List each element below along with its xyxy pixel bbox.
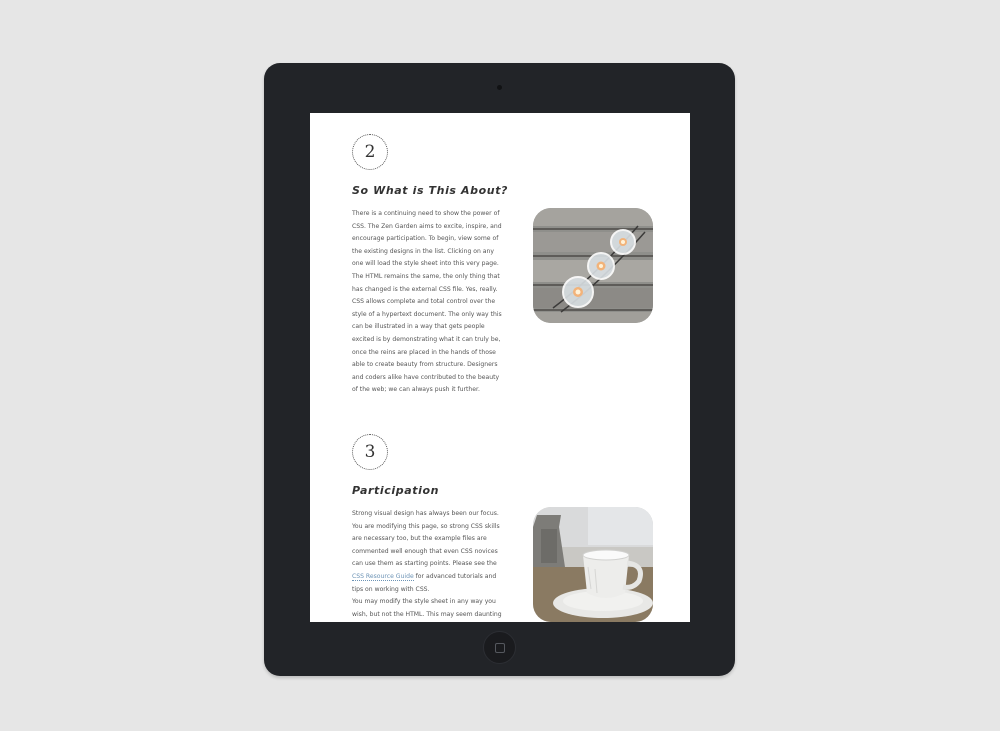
home-button[interactable]: [483, 631, 516, 664]
paragraph: CSS allows complete and total control ov…: [352, 298, 502, 394]
tablet-screen[interactable]: 2 So What is This About? There is a cont…: [310, 113, 690, 622]
paragraph: There is a continuing need to show the p…: [352, 210, 502, 293]
section-heading: So What is This About?: [352, 184, 509, 197]
section-number-badge: 3: [352, 434, 388, 470]
section-number: 2: [364, 142, 376, 162]
tablet-device: 2 So What is This About? There is a cont…: [264, 63, 735, 676]
paragraph: Strong visual design has always been our…: [352, 508, 502, 596]
paragraph-text: Strong visual design has always been our…: [352, 510, 500, 568]
paragraph: You may modify the style sheet in any wa…: [352, 598, 502, 618]
section-heading: Participation: [352, 484, 440, 497]
home-square-icon: [495, 643, 505, 653]
camera-icon: [497, 85, 502, 90]
section-number-badge: 2: [352, 134, 388, 170]
coffee-cup-photo: [533, 507, 653, 622]
section-body: There is a continuing need to show the p…: [352, 208, 502, 397]
section-about: 2 So What is This About? There is a cont…: [352, 134, 672, 393]
section-body: Strong visual design has always been our…: [352, 508, 502, 622]
css-resource-guide-link[interactable]: CSS Resource Guide: [352, 572, 414, 581]
candle-jars-photo: [533, 208, 653, 323]
section-number: 3: [364, 442, 376, 462]
section-participation: 3 Participation Strong visual design has…: [352, 434, 672, 622]
